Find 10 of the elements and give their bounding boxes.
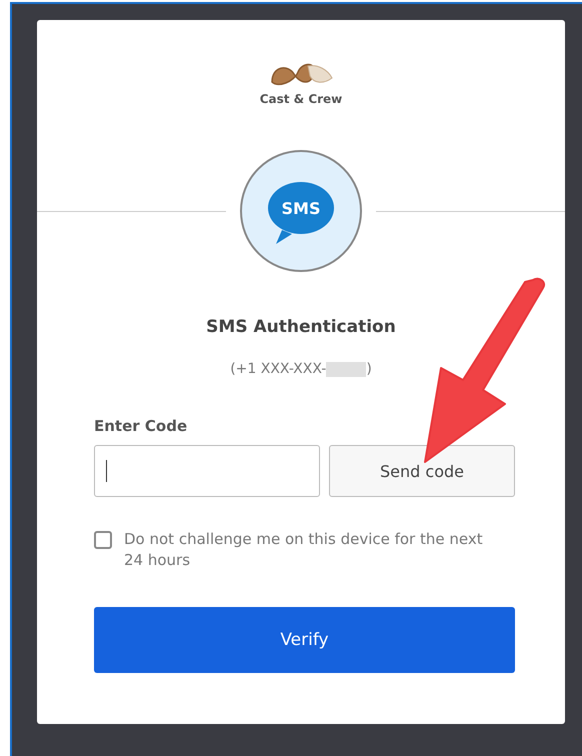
logo-text: Cast & Crew — [260, 92, 342, 106]
field-label: Enter Code — [94, 417, 188, 435]
factor-title: SMS Authentication — [206, 317, 396, 337]
phone-number-suffix: ) — [366, 361, 372, 377]
remember-label: Do not challenge me on this device for the next 24 hours — [124, 529, 484, 571]
verify-button[interactable]: Verify — [94, 607, 515, 673]
phone-number-text: (+1 XXX-XXX- — [230, 361, 326, 377]
remember-checkbox[interactable] — [94, 531, 112, 549]
code-input-field[interactable] — [94, 445, 320, 497]
send-code-button[interactable]: Send code — [329, 445, 515, 497]
